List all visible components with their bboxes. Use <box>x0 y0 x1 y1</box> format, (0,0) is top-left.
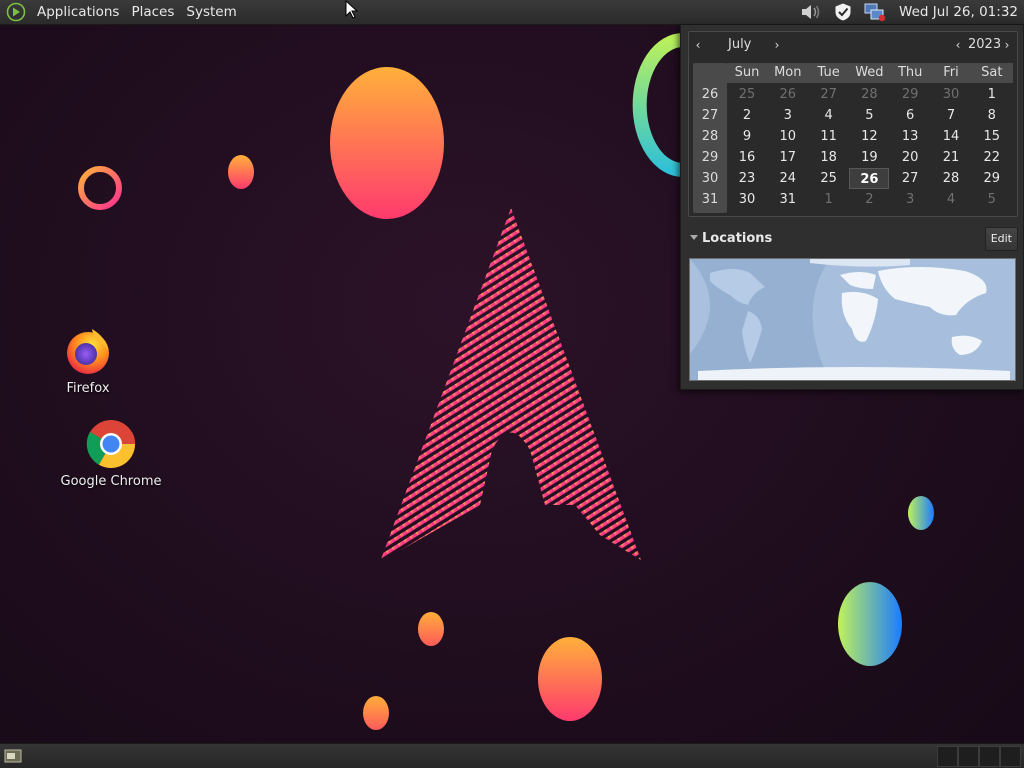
calendar-grid: Sun Mon Tue Wed Thu Fri Sat 26 25 26 27 28 29 30 1 27 2… <box>693 63 1013 213</box>
calendar-day[interactable]: 11 <box>809 126 849 147</box>
calendar-day[interactable]: 28 <box>849 84 889 105</box>
calendar-day[interactable]: 13 <box>890 126 930 147</box>
calendar-day[interactable]: 25 <box>727 84 767 105</box>
chrome-icon <box>85 418 137 470</box>
weekday-label: Fri <box>943 65 959 80</box>
desktop-icon-label: Google Chrome <box>60 474 162 489</box>
calendar-day[interactable]: 21 <box>931 147 971 168</box>
shield-icon[interactable] <box>830 0 856 25</box>
locations-expander[interactable]: Locations Edit <box>688 226 1018 252</box>
weekday-label: Thu <box>897 65 923 80</box>
calendar-day[interactable]: 15 <box>972 126 1012 147</box>
locations-label: Locations <box>702 231 773 246</box>
desktop-icon-firefox[interactable]: Firefox <box>23 325 153 396</box>
calendar-day[interactable]: 3 <box>768 105 808 126</box>
next-year-button[interactable]: › <box>999 36 1015 54</box>
calendar-day[interactable]: 17 <box>768 147 808 168</box>
calendar-day[interactable]: 12 <box>849 126 889 147</box>
week-number: 29 <box>701 150 719 165</box>
week-number: 27 <box>701 108 719 123</box>
show-desktop-icon[interactable] <box>3 747 23 765</box>
calendar-day[interactable]: 2 <box>849 189 889 210</box>
calendar-day[interactable]: 5 <box>972 189 1012 210</box>
calendar-widget: ‹ July › ‹ 2023 › Sun Mon Tue Wed Thu Fri Sat … <box>688 31 1018 217</box>
calendar-day[interactable]: 27 <box>809 84 849 105</box>
clock-applet[interactable]: Wed Jul 26, 01:32 <box>891 0 1024 25</box>
calendar-day[interactable]: 30 <box>727 189 767 210</box>
calendar-day[interactable]: 28 <box>931 168 971 189</box>
weekday-label: Wed <box>855 65 884 80</box>
calendar-day[interactable]: 25 <box>809 168 849 189</box>
next-month-button[interactable]: › <box>769 36 785 54</box>
calendar-day[interactable]: 10 <box>768 126 808 147</box>
weekday-label: Mon <box>774 65 802 80</box>
week-number: 28 <box>701 129 719 144</box>
workspace-switcher-2[interactable] <box>958 746 979 767</box>
calendar-day[interactable]: 24 <box>768 168 808 189</box>
calendar-day[interactable]: 9 <box>727 126 767 147</box>
calendar-day-today[interactable]: 26 <box>849 168 890 189</box>
weekday-header: Sun Mon Tue Wed Thu Fri Sat <box>727 63 1013 83</box>
year-label: 2023 <box>968 37 1002 52</box>
edit-locations-button[interactable]: Edit <box>984 227 1018 251</box>
places-menu[interactable]: Places <box>125 0 180 25</box>
calendar-day[interactable]: 6 <box>890 105 930 126</box>
calendar-day[interactable]: 1 <box>972 84 1012 105</box>
week-number: 30 <box>701 171 719 186</box>
distro-logo-icon[interactable] <box>5 1 27 23</box>
workspace-switcher-3[interactable] <box>979 746 1000 767</box>
network-icon[interactable] <box>862 0 888 25</box>
calendar-day[interactable]: 4 <box>809 105 849 126</box>
calendar-day[interactable]: 8 <box>972 105 1012 126</box>
calendar-day[interactable]: 16 <box>727 147 767 168</box>
week-number: 31 <box>701 192 719 207</box>
calendar-day[interactable]: 4 <box>931 189 971 210</box>
volume-icon[interactable] <box>798 0 824 25</box>
calendar-day[interactable]: 27 <box>890 168 930 189</box>
weekday-label: Sat <box>981 65 1003 80</box>
calendar-day[interactable]: 30 <box>931 84 971 105</box>
calendar-day[interactable]: 19 <box>849 147 889 168</box>
calendar-day[interactable]: 7 <box>931 105 971 126</box>
bottom-panel <box>0 743 1024 768</box>
calendar-day[interactable]: 23 <box>727 168 767 189</box>
workspace-switcher-4[interactable] <box>1000 746 1021 767</box>
calendar-day[interactable]: 18 <box>809 147 849 168</box>
calendar-day[interactable]: 1 <box>809 189 849 210</box>
calendar-day[interactable]: 31 <box>768 189 808 210</box>
prev-year-button[interactable]: ‹ <box>950 36 966 54</box>
mouse-pointer-icon <box>345 0 359 19</box>
applications-menu[interactable]: Applications <box>31 0 125 25</box>
system-menu[interactable]: System <box>180 0 242 25</box>
week-number: 26 <box>701 87 719 102</box>
prev-month-button[interactable]: ‹ <box>690 36 706 54</box>
weekday-label: Sun <box>734 65 760 80</box>
calendar-header: ‹ July › ‹ 2023 › <box>689 32 1017 60</box>
calendar-day[interactable]: 5 <box>849 105 889 126</box>
top-panel: Applications Places System Wed Jul 26, 0… <box>0 0 1024 25</box>
calendar-day[interactable]: 2 <box>727 105 767 126</box>
desktop-icon-label: Firefox <box>66 381 110 396</box>
workspace-switcher-1[interactable] <box>937 746 958 767</box>
calendar-popup: ‹ July › ‹ 2023 › Sun Mon Tue Wed Thu Fri Sat … <box>680 25 1024 390</box>
firefox-icon <box>62 325 114 377</box>
calendar-day[interactable]: 29 <box>972 168 1012 189</box>
calendar-day[interactable]: 14 <box>931 126 971 147</box>
calendar-day[interactable]: 20 <box>890 147 930 168</box>
desktop-icon-google-chrome[interactable]: Google Chrome <box>46 418 176 489</box>
calendar-day[interactable]: 29 <box>890 84 930 105</box>
calendar-day[interactable]: 3 <box>890 189 930 210</box>
weekday-label: Tue <box>817 65 840 80</box>
calendar-day[interactable]: 22 <box>972 147 1012 168</box>
calendar-day[interactable]: 26 <box>768 84 808 105</box>
world-map <box>689 258 1016 381</box>
expander-arrow-icon <box>690 235 698 240</box>
